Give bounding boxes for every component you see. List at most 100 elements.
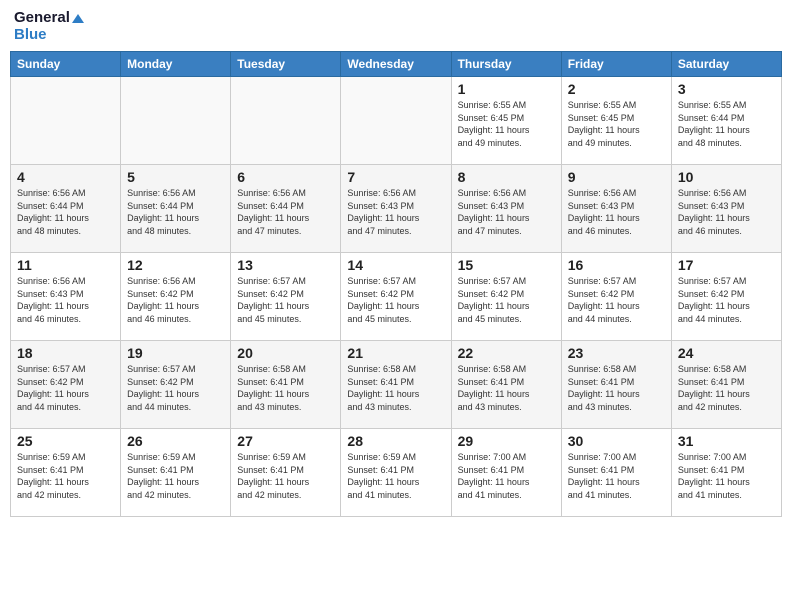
calendar-cell: 17 Sunrise: 6:57 AM Sunset: 6:42 PM Dayli…	[671, 253, 781, 341]
day-number: 20	[237, 345, 334, 361]
calendar-week-3: 11Sunrise: 6:56 AM Sunset: 6:43 PM Dayli…	[11, 253, 782, 341]
day-number: 27	[237, 433, 334, 449]
day-info: Sunrise: 6:56 AM Sunset: 6:44 PM Dayligh…	[127, 187, 224, 237]
calendar-cell: 23Sunrise: 6:58 AM Sunset: 6:41 PM Dayli…	[561, 341, 671, 429]
day-number: 30	[568, 433, 665, 449]
calendar-cell: 31 Sunrise: 7:00 AM Sunset: 6:41 PM Dayli…	[671, 429, 781, 517]
weekday-header-row: SundayMondayTuesdayWednesdayThursdayFrid…	[11, 52, 782, 77]
day-info: Sunrise: 6:55 AM Sunset: 6:45 PM Dayligh…	[568, 99, 665, 149]
day-number: 26	[127, 433, 224, 449]
calendar-cell: 30 Sunrise: 7:00 AM Sunset: 6:41 PM Dayli…	[561, 429, 671, 517]
calendar-table: SundayMondayTuesdayWednesdayThursdayFrid…	[10, 51, 782, 517]
day-number: 29	[458, 433, 555, 449]
day-info: Sunrise: 7:00 AM Sunset: 6:41 PM Dayligh…	[568, 451, 665, 501]
day-info: Sunrise: 6:59 AM Sunset: 6:41 PM Dayligh…	[237, 451, 334, 501]
day-number: 12	[127, 257, 224, 273]
day-number: 8	[458, 169, 555, 185]
calendar-cell: 22 Sunrise: 6:58 AM Sunset: 6:41 PM Dayli…	[451, 341, 561, 429]
calendar-cell: 10 Sunrise: 6:56 AM Sunset: 6:43 PM Dayli…	[671, 165, 781, 253]
calendar-cell: 1 Sunrise: 6:55 AM Sunset: 6:45 PM Daylig…	[451, 77, 561, 165]
day-info: Sunrise: 6:58 AM Sunset: 6:41 PM Dayligh…	[458, 363, 555, 413]
day-number: 17	[678, 257, 775, 273]
calendar-cell: 12 Sunrise: 6:56 AM Sunset: 6:42 PM Dayli…	[121, 253, 231, 341]
calendar-cell: 8 Sunrise: 6:56 AM Sunset: 6:43 PM Daylig…	[451, 165, 561, 253]
day-info: Sunrise: 6:56 AM Sunset: 6:44 PM Dayligh…	[17, 187, 114, 237]
calendar-cell: 16 Sunrise: 6:57 AM Sunset: 6:42 PM Dayli…	[561, 253, 671, 341]
weekday-header-sunday: Sunday	[11, 52, 121, 77]
calendar-week-4: 18 Sunrise: 6:57 AM Sunset: 6:42 PM Dayli…	[11, 341, 782, 429]
calendar-cell: 4Sunrise: 6:56 AM Sunset: 6:44 PM Daylig…	[11, 165, 121, 253]
day-number: 3	[678, 81, 775, 97]
day-number: 25	[17, 433, 114, 449]
day-number: 22	[458, 345, 555, 361]
calendar-cell	[341, 77, 451, 165]
day-info: Sunrise: 6:59 AM Sunset: 6:41 PM Dayligh…	[17, 451, 114, 501]
page-header: General Blue	[10, 10, 782, 43]
calendar-cell	[231, 77, 341, 165]
day-number: 5	[127, 169, 224, 185]
calendar-cell	[121, 77, 231, 165]
calendar-cell: 26 Sunrise: 6:59 AM Sunset: 6:41 PM Dayli…	[121, 429, 231, 517]
day-number: 21	[347, 345, 444, 361]
day-info: Sunrise: 6:56 AM Sunset: 6:44 PM Dayligh…	[237, 187, 334, 237]
day-number: 1	[458, 81, 555, 97]
calendar-week-5: 25 Sunrise: 6:59 AM Sunset: 6:41 PM Dayli…	[11, 429, 782, 517]
day-info: Sunrise: 6:56 AM Sunset: 6:43 PM Dayligh…	[17, 275, 114, 325]
day-info: Sunrise: 6:56 AM Sunset: 6:43 PM Dayligh…	[568, 187, 665, 237]
calendar-cell: 18 Sunrise: 6:57 AM Sunset: 6:42 PM Dayli…	[11, 341, 121, 429]
day-info: Sunrise: 6:58 AM Sunset: 6:41 PM Dayligh…	[568, 363, 665, 413]
day-info: Sunrise: 6:57 AM Sunset: 6:42 PM Dayligh…	[568, 275, 665, 325]
calendar-cell: 24Sunrise: 6:58 AM Sunset: 6:41 PM Dayli…	[671, 341, 781, 429]
day-info: Sunrise: 7:00 AM Sunset: 6:41 PM Dayligh…	[458, 451, 555, 501]
day-info: Sunrise: 6:55 AM Sunset: 6:45 PM Dayligh…	[458, 99, 555, 149]
logo-text: General Blue	[14, 10, 84, 43]
calendar-cell: 6Sunrise: 6:56 AM Sunset: 6:44 PM Daylig…	[231, 165, 341, 253]
day-number: 14	[347, 257, 444, 273]
day-number: 2	[568, 81, 665, 97]
day-info: Sunrise: 6:56 AM Sunset: 6:43 PM Dayligh…	[458, 187, 555, 237]
weekday-header-wednesday: Wednesday	[341, 52, 451, 77]
calendar-cell: 2 Sunrise: 6:55 AM Sunset: 6:45 PM Daylig…	[561, 77, 671, 165]
weekday-header-monday: Monday	[121, 52, 231, 77]
weekday-header-tuesday: Tuesday	[231, 52, 341, 77]
calendar-cell: 20Sunrise: 6:58 AM Sunset: 6:41 PM Dayli…	[231, 341, 341, 429]
calendar-cell: 19Sunrise: 6:57 AM Sunset: 6:42 PM Dayli…	[121, 341, 231, 429]
day-info: Sunrise: 6:57 AM Sunset: 6:42 PM Dayligh…	[458, 275, 555, 325]
calendar-week-2: 4Sunrise: 6:56 AM Sunset: 6:44 PM Daylig…	[11, 165, 782, 253]
day-number: 24	[678, 345, 775, 361]
calendar-cell: 7Sunrise: 6:56 AM Sunset: 6:43 PM Daylig…	[341, 165, 451, 253]
calendar-cell: 11Sunrise: 6:56 AM Sunset: 6:43 PM Dayli…	[11, 253, 121, 341]
calendar-cell	[11, 77, 121, 165]
day-number: 15	[458, 257, 555, 273]
calendar-cell: 9 Sunrise: 6:56 AM Sunset: 6:43 PM Daylig…	[561, 165, 671, 253]
day-number: 16	[568, 257, 665, 273]
day-number: 28	[347, 433, 444, 449]
calendar-cell: 28 Sunrise: 6:59 AM Sunset: 6:41 PM Dayli…	[341, 429, 451, 517]
day-number: 31	[678, 433, 775, 449]
day-info: Sunrise: 6:59 AM Sunset: 6:41 PM Dayligh…	[127, 451, 224, 501]
calendar-cell: 15 Sunrise: 6:57 AM Sunset: 6:42 PM Dayli…	[451, 253, 561, 341]
calendar-cell: 3 Sunrise: 6:55 AM Sunset: 6:44 PM Daylig…	[671, 77, 781, 165]
day-info: Sunrise: 6:55 AM Sunset: 6:44 PM Dayligh…	[678, 99, 775, 149]
calendar-cell: 14 Sunrise: 6:57 AM Sunset: 6:42 PM Dayli…	[341, 253, 451, 341]
day-info: Sunrise: 6:56 AM Sunset: 6:43 PM Dayligh…	[347, 187, 444, 237]
calendar-cell: 13Sunrise: 6:57 AM Sunset: 6:42 PM Dayli…	[231, 253, 341, 341]
day-info: Sunrise: 6:56 AM Sunset: 6:43 PM Dayligh…	[678, 187, 775, 237]
day-number: 18	[17, 345, 114, 361]
calendar-cell: 25 Sunrise: 6:59 AM Sunset: 6:41 PM Dayli…	[11, 429, 121, 517]
calendar-cell: 5 Sunrise: 6:56 AM Sunset: 6:44 PM Daylig…	[121, 165, 231, 253]
day-info: Sunrise: 6:57 AM Sunset: 6:42 PM Dayligh…	[17, 363, 114, 413]
day-info: Sunrise: 6:59 AM Sunset: 6:41 PM Dayligh…	[347, 451, 444, 501]
day-info: Sunrise: 6:58 AM Sunset: 6:41 PM Dayligh…	[347, 363, 444, 413]
weekday-header-friday: Friday	[561, 52, 671, 77]
calendar-cell: 29 Sunrise: 7:00 AM Sunset: 6:41 PM Dayli…	[451, 429, 561, 517]
day-info: Sunrise: 6:57 AM Sunset: 6:42 PM Dayligh…	[678, 275, 775, 325]
calendar-cell: 21 Sunrise: 6:58 AM Sunset: 6:41 PM Dayli…	[341, 341, 451, 429]
day-info: Sunrise: 7:00 AM Sunset: 6:41 PM Dayligh…	[678, 451, 775, 501]
day-info: Sunrise: 6:57 AM Sunset: 6:42 PM Dayligh…	[347, 275, 444, 325]
day-number: 9	[568, 169, 665, 185]
day-info: Sunrise: 6:56 AM Sunset: 6:42 PM Dayligh…	[127, 275, 224, 325]
day-info: Sunrise: 6:57 AM Sunset: 6:42 PM Dayligh…	[127, 363, 224, 413]
weekday-header-saturday: Saturday	[671, 52, 781, 77]
day-number: 10	[678, 169, 775, 185]
